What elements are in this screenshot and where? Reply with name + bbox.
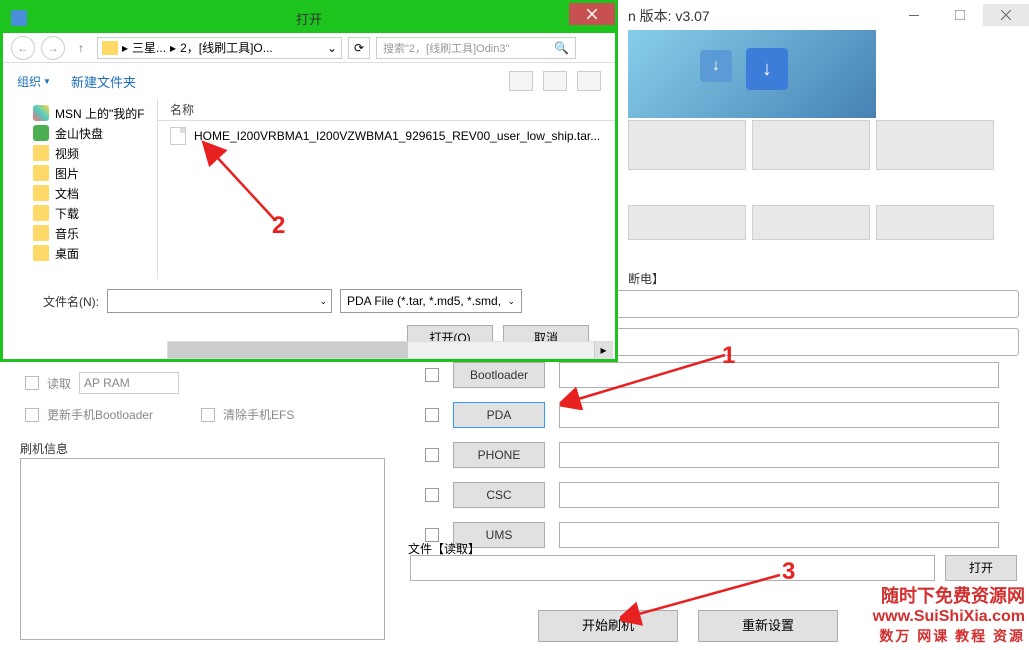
breadcrumb-part[interactable]: 三星... [132, 39, 166, 56]
file-section: Bootloader PDA PHONE CSC UMS [405, 360, 999, 560]
download-icon-large: ↓ [746, 48, 788, 90]
info-label: 刷机信息 [20, 440, 68, 457]
dialog-body: MSN 上的"我的F 金山快盘 视频 图片 文档 下载 音乐 桌面 名称 HOM… [3, 99, 615, 279]
bootloader-input[interactable] [559, 362, 999, 388]
sidebar-item-document[interactable]: 文档 [3, 183, 157, 203]
view-button[interactable] [509, 71, 533, 91]
banner: ↓ ↓ [628, 30, 876, 118]
file-open-dialog: 打开 ← → ↑ ▸ 三星... ▸ 2，[线刷工具]O... ⌄ ⟳ 搜索"2… [0, 0, 618, 362]
search-icon: 🔍 [554, 41, 569, 55]
poweroff-label: 断电】 [628, 270, 664, 287]
file-name: HOME_I200VRBMA1_I200VZWBMA1_929615_REV00… [194, 129, 600, 143]
pda-input[interactable] [559, 402, 999, 428]
kingsoft-icon [33, 125, 49, 141]
sidebar-item-desktop[interactable]: 桌面 [3, 243, 157, 263]
sidebar-item-download[interactable]: 下载 [3, 203, 157, 223]
csc-checkbox[interactable] [425, 488, 439, 502]
dialog-title: 打开 [296, 9, 322, 28]
status-box [628, 120, 746, 170]
help-button[interactable] [577, 71, 601, 91]
search-placeholder: 搜索"2，[线刷工具]Odin3" [383, 40, 550, 56]
folder-icon [33, 225, 49, 241]
close-icon [587, 9, 597, 19]
status-boxes-2 [628, 205, 994, 240]
close-button[interactable] [983, 4, 1029, 26]
phone-checkbox[interactable] [425, 448, 439, 462]
sidebar-item-picture[interactable]: 图片 [3, 163, 157, 183]
dialog-titlebar: 打开 [3, 3, 615, 33]
read-checkbox[interactable] [25, 376, 39, 390]
status-box [876, 120, 994, 170]
status-boxes [628, 120, 994, 170]
phone-button[interactable]: PHONE [453, 442, 545, 468]
folder-icon [33, 205, 49, 221]
refresh-button[interactable]: ⟳ [348, 37, 370, 59]
pda-button[interactable]: PDA [453, 402, 545, 428]
folder-icon [33, 165, 49, 181]
nav-back-button[interactable]: ← [11, 36, 35, 60]
filetype-select[interactable]: PDA File (*.tar, *.md5, *.smd,⌄ [340, 289, 522, 313]
horizontal-scrollbar[interactable]: ▸ [167, 341, 613, 359]
maximize-button[interactable] [937, 4, 983, 26]
open-button-right[interactable]: 打开 [945, 555, 1017, 581]
scrollbar-thumb[interactable] [168, 342, 408, 358]
bootloader-checkbox[interactable] [425, 368, 439, 382]
read-input[interactable] [410, 555, 935, 581]
clear-efs-label: 清除手机EFS [223, 406, 294, 423]
msn-icon [33, 105, 49, 121]
folder-icon [102, 41, 118, 55]
dialog-close-button[interactable] [569, 3, 615, 25]
clear-efs-checkbox[interactable] [201, 408, 215, 422]
update-bl-checkbox[interactable] [25, 408, 39, 422]
sidebar-item-kingsoft[interactable]: 金山快盘 [3, 123, 157, 143]
status-box [752, 120, 870, 170]
toolbar: 组织 ▼ 新建文件夹 [3, 63, 615, 99]
csc-input[interactable] [559, 482, 999, 508]
csc-button[interactable]: CSC [453, 482, 545, 508]
file-list: 名称 HOME_I200VRBMA1_I200VZWBMA1_929615_RE… [158, 99, 615, 279]
status-box [752, 205, 870, 240]
nav-bar: ← → ↑ ▸ 三星... ▸ 2，[线刷工具]O... ⌄ ⟳ 搜索"2，[线… [3, 33, 615, 63]
column-name[interactable]: 名称 [170, 101, 194, 118]
nav-up-button[interactable]: ↑ [71, 38, 91, 58]
organize-menu[interactable]: 组织 ▼ [17, 73, 51, 90]
sidebar: MSN 上的"我的F 金山快盘 视频 图片 文档 下载 音乐 桌面 [3, 99, 158, 279]
file-item[interactable]: HOME_I200VRBMA1_I200VZWBMA1_929615_REV00… [158, 121, 615, 151]
folder-icon [33, 185, 49, 201]
start-button[interactable]: 开始刷机 [538, 610, 678, 642]
sidebar-item-msn[interactable]: MSN 上的"我的F [3, 103, 157, 123]
scroll-right-button[interactable]: ▸ [594, 342, 612, 358]
info-box[interactable] [20, 458, 385, 640]
phone-input[interactable] [559, 442, 999, 468]
left-panel: 读取 AP RAM 更新手机Bootloader 清除手机EFS [25, 372, 294, 435]
dialog-icon [11, 10, 27, 26]
new-folder-button[interactable]: 新建文件夹 [71, 72, 136, 91]
preview-button[interactable] [543, 71, 567, 91]
filename-label: 文件名(N): [19, 293, 99, 310]
status-box [628, 205, 746, 240]
update-bl-label: 更新手机Bootloader [47, 406, 153, 423]
ap-ram-select[interactable]: AP RAM [79, 372, 179, 394]
status-box [876, 205, 994, 240]
main-title: n 版本: v3.07 [628, 6, 710, 26]
breadcrumb[interactable]: ▸ 三星... ▸ 2，[线刷工具]O... ⌄ [97, 37, 342, 59]
ums-input[interactable] [559, 522, 999, 548]
folder-icon [33, 245, 49, 261]
pda-checkbox[interactable] [425, 408, 439, 422]
filename-input[interactable]: ⌄ [107, 289, 332, 313]
breadcrumb-part[interactable]: 2，[线刷工具]O... [180, 39, 273, 56]
bootloader-button[interactable]: Bootloader [453, 362, 545, 388]
file-icon [170, 127, 186, 145]
sidebar-item-music[interactable]: 音乐 [3, 223, 157, 243]
nav-forward-button[interactable]: → [41, 36, 65, 60]
minimize-button[interactable] [891, 4, 937, 26]
sidebar-item-video[interactable]: 视频 [3, 143, 157, 163]
reset-button[interactable]: 重新设置 [698, 610, 838, 642]
read-label: 读取 [47, 375, 71, 392]
search-input[interactable]: 搜索"2，[线刷工具]Odin3" 🔍 [376, 37, 576, 59]
download-icon: ↓ [700, 50, 732, 82]
file-list-header[interactable]: 名称 [158, 99, 615, 121]
folder-icon [33, 145, 49, 161]
